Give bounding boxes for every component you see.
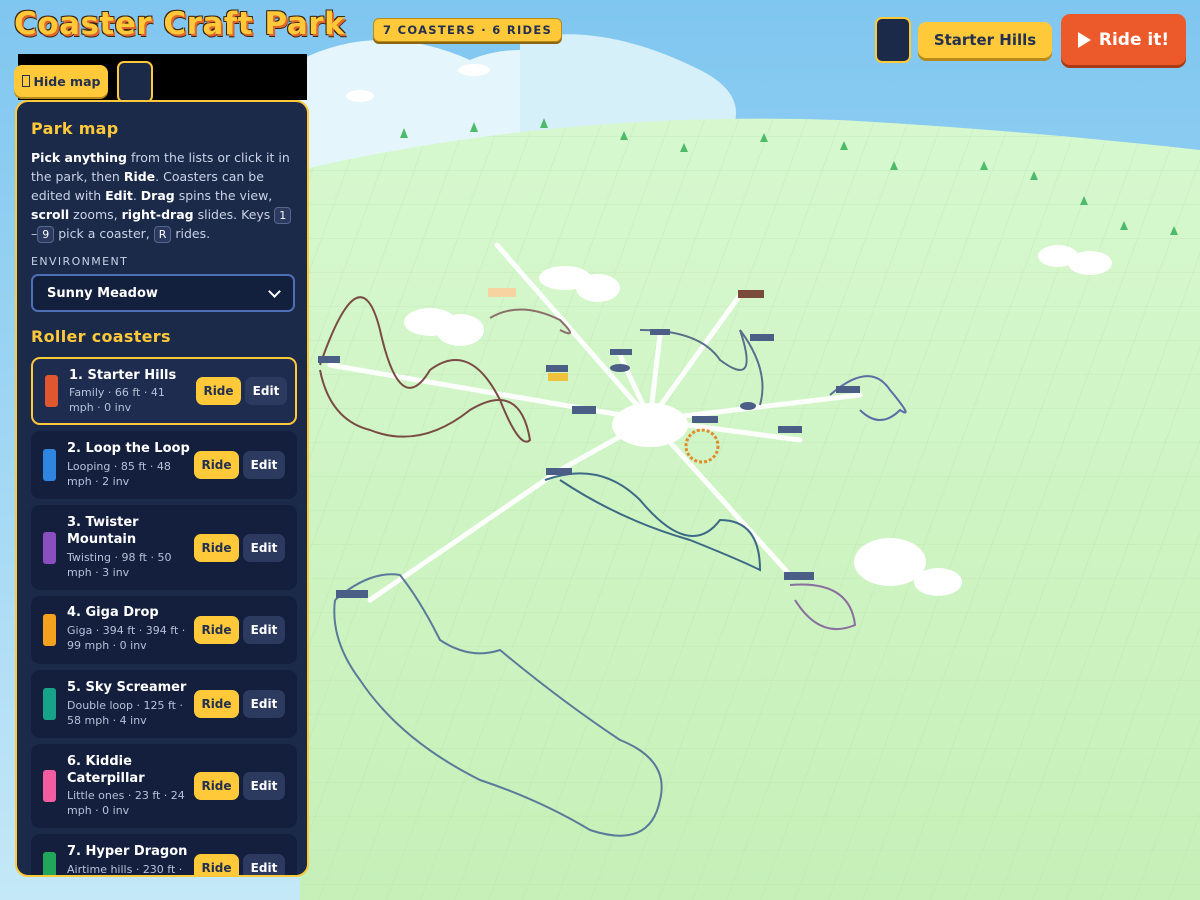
hide-map-button[interactable]: Hide map bbox=[14, 65, 108, 97]
blank-square-button-top[interactable] bbox=[875, 17, 911, 63]
coaster-ride-button[interactable]: Ride bbox=[194, 690, 239, 718]
coaster-ride-button[interactable]: Ride bbox=[194, 772, 239, 800]
environment-value: Sunny Meadow bbox=[47, 285, 158, 301]
coaster-meta: Giga · 394 ft · 394 ft · 99 mph · 0 inv bbox=[67, 624, 186, 652]
coaster-name: 6. Kiddie Caterpillar bbox=[67, 754, 145, 786]
coaster-card[interactable]: 3. Twister Mountain Twisting · 98 ft · 5… bbox=[31, 505, 297, 590]
environment-label: ENVIRONMENT bbox=[31, 255, 129, 268]
coaster-meta: Family · 66 ft · 41 mph · 0 inv bbox=[69, 386, 165, 414]
coaster-color-swatch bbox=[43, 770, 56, 802]
chevron-down-icon bbox=[268, 284, 281, 298]
environment-select[interactable]: Sunny Meadow bbox=[31, 274, 295, 312]
coaster-card[interactable]: 4. Giga Drop Giga · 394 ft · 394 ft · 99… bbox=[31, 596, 297, 664]
coaster-ride-button[interactable]: Ride bbox=[196, 377, 241, 405]
coaster-ride-button[interactable]: Ride bbox=[194, 854, 239, 875]
coaster-card[interactable]: 6. Kiddie Caterpillar Little ones · 23 f… bbox=[31, 744, 297, 828]
coaster-meta: Airtime hills · 230 ft · bbox=[67, 863, 183, 876]
coaster-ride-button[interactable]: Ride bbox=[194, 451, 239, 479]
play-icon bbox=[1077, 31, 1091, 48]
coaster-card[interactable]: 7. Hyper Dragon Airtime hills · 230 ft ·… bbox=[31, 834, 297, 876]
coaster-name: 5. Sky Screamer bbox=[67, 680, 187, 695]
coaster-color-swatch bbox=[43, 852, 56, 875]
park-map-panel: Park map Pick anything from the lists or… bbox=[15, 100, 309, 877]
coaster-color-swatch bbox=[43, 688, 56, 720]
coaster-color-swatch bbox=[43, 614, 56, 646]
coaster-name: 1. Starter Hills bbox=[69, 368, 177, 383]
coaster-color-swatch bbox=[43, 531, 56, 564]
coaster-card[interactable]: 2. Loop the Loop Looping · 85 ft · 48 mp… bbox=[31, 431, 297, 499]
coaster-name: 2. Loop the Loop bbox=[67, 441, 190, 456]
coaster-edit-button[interactable]: Edit bbox=[243, 533, 285, 562]
help-text: Pick anything from the lists or click it… bbox=[31, 150, 292, 243]
coaster-edit-button[interactable]: Edit bbox=[245, 377, 287, 405]
coaster-card[interactable]: 5. Sky Screamer Double loop · 125 ft · 5… bbox=[31, 670, 297, 738]
coaster-edit-button[interactable]: Edit bbox=[243, 772, 285, 800]
coaster-meta: Double loop · 125 ft · 58 mph · 4 inv bbox=[67, 699, 183, 727]
coaster-meta: Little ones · 23 ft · 24 mph · 0 inv bbox=[67, 789, 185, 817]
coaster-color-swatch bbox=[45, 375, 58, 407]
coaster-ride-button[interactable]: Ride bbox=[194, 533, 239, 562]
current-coaster-button[interactable]: Starter Hills bbox=[918, 22, 1052, 58]
coaster-ride-button[interactable]: Ride bbox=[194, 616, 239, 644]
coaster-card[interactable]: 1. Starter Hills Family · 66 ft · 41 mph… bbox=[31, 357, 297, 425]
coaster-meta: Twisting · 98 ft · 50 mph · 3 inv bbox=[67, 551, 172, 579]
hide-map-label: Hide map bbox=[33, 73, 101, 89]
app-title: Coaster Craft Park bbox=[14, 6, 346, 42]
coaster-name: 7. Hyper Dragon bbox=[67, 844, 188, 859]
coaster-edit-button[interactable]: Edit bbox=[243, 451, 285, 479]
coaster-edit-button[interactable]: Edit bbox=[243, 616, 285, 644]
coaster-color-swatch bbox=[43, 449, 56, 481]
coaster-edit-button[interactable]: Edit bbox=[243, 690, 285, 718]
park-count-badge: 7 COASTERS · 6 RIDES bbox=[373, 18, 563, 42]
coasters-heading: Roller coasters bbox=[31, 327, 171, 346]
coaster-name: 3. Twister Mountain bbox=[67, 515, 139, 547]
ride-it-label: Ride it! bbox=[1098, 29, 1170, 50]
coaster-edit-button[interactable]: Edit bbox=[243, 854, 285, 875]
blank-square-button[interactable] bbox=[117, 61, 153, 103]
panel-heading: Park map bbox=[31, 119, 119, 138]
coaster-meta: Looping · 85 ft · 48 mph · 2 inv bbox=[67, 460, 171, 488]
ride-it-button[interactable]: Ride it! bbox=[1061, 14, 1186, 65]
map-toggle-icon bbox=[21, 75, 30, 87]
coaster-name: 4. Giga Drop bbox=[67, 605, 159, 620]
